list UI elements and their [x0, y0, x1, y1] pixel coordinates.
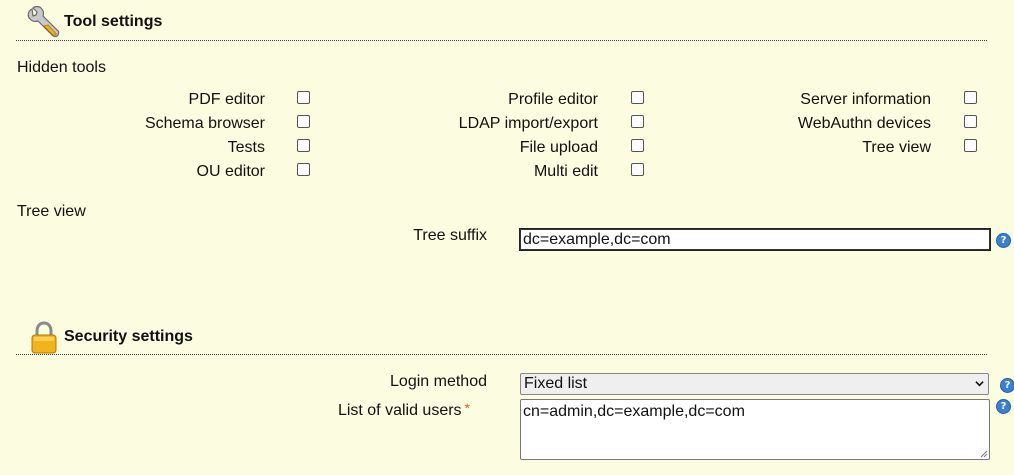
hidden-tool-label-file-upload: File upload [519, 139, 598, 156]
tool-settings-header: Tool settings [16, 0, 987, 41]
tree-view-label: Tree view [17, 203, 86, 220]
hidden-tool-label-tests: Tests [227, 139, 265, 156]
security-settings-title: Security settings [64, 328, 193, 345]
hidden-tool-checkbox-pdf-editor[interactable] [297, 91, 310, 104]
hidden-tool-label-server-information: Server information [800, 91, 931, 108]
tree-suffix-label: Tree suffix [413, 227, 487, 244]
hidden-tool-label-schema-browser: Schema browser [144, 115, 265, 132]
valid-users-label-text: List of valid users [337, 402, 462, 419]
hidden-tool-label-ou-editor: OU editor [196, 163, 265, 180]
valid-users-label: List of valid users * [170, 400, 470, 420]
hidden-tools-label: Hidden tools [17, 59, 106, 76]
hidden-tool-checkbox-file-upload[interactable] [631, 139, 644, 152]
hidden-tool-label-multi-edit: Multi edit [533, 163, 598, 180]
valid-users-textarea[interactable]: cn=admin,dc=example,dc=com [520, 399, 990, 460]
login-method-value: Fixed list [524, 375, 588, 392]
tree-suffix-value: dc=example,dc=com [523, 231, 671, 248]
hidden-tool-checkbox-ou-editor[interactable] [297, 163, 310, 176]
lock-icon [31, 321, 57, 354]
hidden-tool-checkbox-profile-editor[interactable] [631, 91, 644, 104]
wrench-icon [27, 6, 60, 38]
required-marker: * [464, 400, 470, 416]
hidden-tool-checkbox-webauthn-devices[interactable] [964, 115, 977, 128]
hidden-tool-label-ldap-import-export: LDAP import/export [458, 115, 598, 132]
hidden-tool-checkbox-tests[interactable] [297, 139, 310, 152]
hidden-tool-label-tree-view: Tree view [862, 139, 931, 156]
valid-users-value: cn=admin,dc=example,dc=com [523, 403, 745, 420]
help-icon[interactable]: ? [996, 233, 1011, 248]
chevron-down-icon [975, 381, 984, 387]
tool-settings-title: Tool settings [64, 13, 163, 30]
help-icon[interactable]: ? [1000, 378, 1014, 393]
login-method-label: Login method [390, 373, 487, 390]
hidden-tool-checkbox-server-information[interactable] [964, 91, 977, 104]
resize-grip-icon[interactable] [980, 450, 988, 458]
security-settings-header: Security settings [16, 314, 987, 355]
hidden-tool-checkbox-multi-edit[interactable] [631, 163, 644, 176]
hidden-tool-label-webauthn-devices: WebAuthn devices [797, 115, 931, 132]
hidden-tool-checkbox-ldap-import-export[interactable] [631, 115, 644, 128]
tree-suffix-input[interactable]: dc=example,dc=com [519, 228, 991, 251]
help-icon[interactable]: ? [996, 399, 1011, 414]
hidden-tool-label-profile-editor: Profile editor [508, 91, 598, 108]
hidden-tool-checkbox-schema-browser[interactable] [297, 115, 310, 128]
hidden-tool-label-pdf-editor: PDF editor [188, 91, 265, 108]
login-method-select[interactable]: Fixed list [520, 373, 989, 395]
hidden-tool-checkbox-tree-view[interactable] [964, 139, 977, 152]
